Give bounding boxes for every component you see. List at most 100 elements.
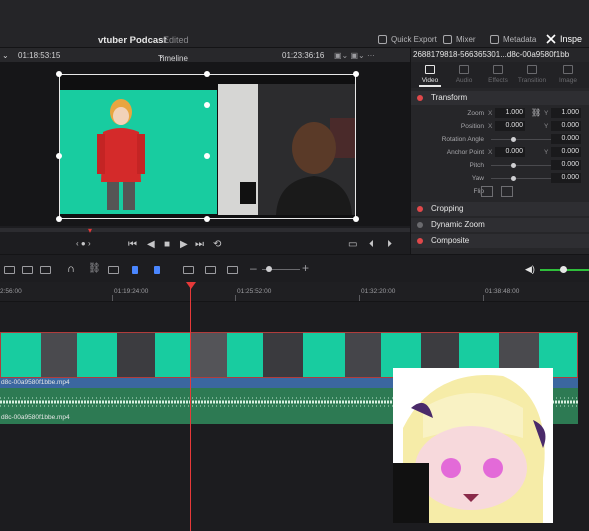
- rotation-slider[interactable]: [491, 139, 551, 140]
- section-composite[interactable]: Composite: [411, 234, 589, 248]
- timeline-selector[interactable]: Timeline 1 ⌄: [158, 51, 188, 72]
- zoom-detail-icon[interactable]: [205, 266, 216, 274]
- clip-thumbnail: [345, 333, 381, 377]
- flip-vertical-button[interactable]: [501, 186, 513, 197]
- slider-knob[interactable]: [511, 176, 516, 181]
- rotation-field[interactable]: 0.000: [551, 134, 581, 144]
- metadata-button[interactable]: Metadata: [490, 35, 536, 44]
- record-timecode: 01:23:36:16: [282, 51, 325, 60]
- slider-knob[interactable]: [511, 163, 516, 168]
- transform-handle[interactable]: [56, 71, 62, 77]
- enable-toggle-icon[interactable]: [417, 222, 423, 228]
- volume-icon[interactable]: ◀): [525, 264, 535, 275]
- vtuber-overlay-image: [393, 368, 553, 523]
- marker-icon[interactable]: [154, 266, 160, 274]
- insert-icon[interactable]: [22, 266, 33, 274]
- yaw-field[interactable]: 0.000: [551, 173, 581, 183]
- position-x-field[interactable]: 0.000: [495, 121, 525, 131]
- snapping-icon[interactable]: ∩: [67, 263, 75, 275]
- project-status: Edited: [163, 35, 189, 45]
- timeline-ruler[interactable]: 2:56:00 01:19:24:00 01:25:52:00 01:32:20…: [0, 282, 589, 302]
- ruler-tick-label: 01:25:52:00: [237, 288, 272, 295]
- lock-icon[interactable]: [108, 266, 119, 274]
- transform-handle[interactable]: [353, 71, 359, 77]
- replace-icon[interactable]: [40, 266, 51, 274]
- transform-handle[interactable]: [56, 216, 62, 222]
- transport-bar: ▾ ‹ ● › ⏮ ◀ ■ ▶ ⏭ ⟲ ▭ ⏴ ⏵: [0, 226, 410, 254]
- anchor-x-field[interactable]: 0.000: [495, 147, 525, 157]
- inspector-clip-name: 2688179818-566365301...d8c-00a9580f1bb: [413, 50, 570, 59]
- flag-icon[interactable]: [132, 266, 138, 274]
- zoom-in-icon[interactable]: +: [302, 261, 309, 275]
- tab-effects[interactable]: Effects: [481, 65, 515, 84]
- transform-handle[interactable]: [204, 216, 210, 222]
- mixer-button[interactable]: Mixer: [443, 35, 476, 44]
- viewer[interactable]: [0, 62, 410, 226]
- clip-thumbnail: [191, 333, 227, 377]
- clip-thumbnail: [41, 333, 77, 377]
- transform-bounding-box[interactable]: [59, 74, 356, 219]
- clip-thumbnail: [155, 333, 191, 377]
- image-tab-icon: [563, 65, 573, 74]
- volume-slider-knob[interactable]: [560, 266, 567, 273]
- jog-control[interactable]: ‹ ● ›: [76, 239, 91, 248]
- zoom-x-field[interactable]: 1.000: [495, 108, 525, 118]
- loop-button[interactable]: ⟲: [213, 239, 221, 250]
- zoom-y-field[interactable]: 1.000: [551, 108, 581, 118]
- section-transform[interactable]: Transform: [411, 91, 589, 105]
- transform-handle[interactable]: [204, 71, 210, 77]
- tab-audio[interactable]: Audio: [447, 65, 481, 84]
- enable-toggle-icon[interactable]: [417, 238, 423, 244]
- pitch-field[interactable]: 0.000: [551, 160, 581, 170]
- transform-handle[interactable]: [56, 153, 62, 159]
- go-to-end-button[interactable]: ⏭: [195, 239, 204, 250]
- zoom-custom-icon[interactable]: [227, 266, 238, 274]
- position-y-field[interactable]: 0.000: [551, 121, 581, 131]
- tab-video[interactable]: Video: [413, 65, 447, 87]
- match-frame-button[interactable]: ▭: [348, 239, 357, 250]
- prev-edit-button[interactable]: ⏴: [369, 239, 374, 250]
- enable-toggle-icon[interactable]: [417, 95, 423, 101]
- play-button[interactable]: ▶: [180, 239, 188, 250]
- clip-thumbnail: [1, 333, 41, 377]
- pitch-slider[interactable]: [491, 165, 551, 166]
- next-edit-button[interactable]: ⏵: [387, 239, 392, 250]
- play-reverse-button[interactable]: ◀: [147, 239, 155, 250]
- go-to-start-button[interactable]: ⏮: [128, 239, 137, 250]
- section-dynamic-zoom[interactable]: Dynamic Zoom: [411, 218, 589, 232]
- export-icon: [378, 35, 387, 44]
- section-cropping[interactable]: Cropping: [411, 202, 589, 216]
- transform-handle[interactable]: [353, 216, 359, 222]
- timeline-toolbar: ∩ ⛓ – + ◀): [0, 254, 589, 282]
- more-menu-icon[interactable]: ⌄: [2, 51, 9, 60]
- overwrite-icon[interactable]: [4, 266, 15, 274]
- playhead[interactable]: [190, 282, 191, 531]
- tab-image[interactable]: Image: [551, 65, 585, 84]
- flip-horizontal-button[interactable]: [481, 186, 493, 197]
- link-icon[interactable]: ⛓: [531, 108, 541, 117]
- effects-tab-icon: [493, 65, 503, 74]
- enable-toggle-icon[interactable]: [417, 206, 423, 212]
- playhead-handle-icon[interactable]: [186, 282, 196, 289]
- scrub-playhead-icon[interactable]: ▾: [88, 226, 92, 235]
- param-flip: Flip: [411, 186, 589, 198]
- yaw-slider[interactable]: [491, 178, 551, 179]
- zoom-out-icon[interactable]: –: [250, 261, 257, 275]
- transform-handle[interactable]: [204, 102, 210, 108]
- transform-handle[interactable]: [204, 153, 210, 159]
- slider-knob[interactable]: [511, 137, 516, 142]
- tab-transition[interactable]: Transition: [515, 65, 549, 84]
- stop-button[interactable]: ■: [164, 239, 170, 250]
- clip-thumbnail: [77, 333, 117, 377]
- zoom-full-icon[interactable]: [183, 266, 194, 274]
- inspector-panel: 2688179818-566365301...d8c-00a9580f1bb V…: [410, 48, 589, 260]
- audio-tab-icon: [459, 65, 469, 74]
- clip-thumbnail: [117, 333, 155, 377]
- quick-export-button[interactable]: Quick Export: [378, 35, 437, 44]
- inspector-button[interactable]: Inspe: [546, 34, 582, 44]
- scrub-bar[interactable]: [0, 228, 410, 232]
- anchor-y-field[interactable]: 0.000: [551, 147, 581, 157]
- viewer-options-icon[interactable]: ▣⌄ ▣⌄ ···: [334, 51, 375, 60]
- linked-selection-icon[interactable]: ⛓: [88, 263, 101, 274]
- zoom-slider-knob[interactable]: [266, 266, 272, 272]
